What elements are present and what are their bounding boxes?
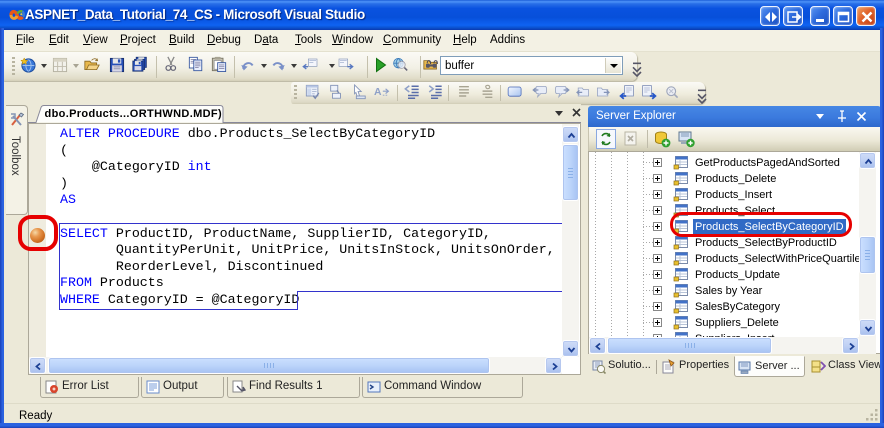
svg-text:A: A: [374, 87, 382, 98]
